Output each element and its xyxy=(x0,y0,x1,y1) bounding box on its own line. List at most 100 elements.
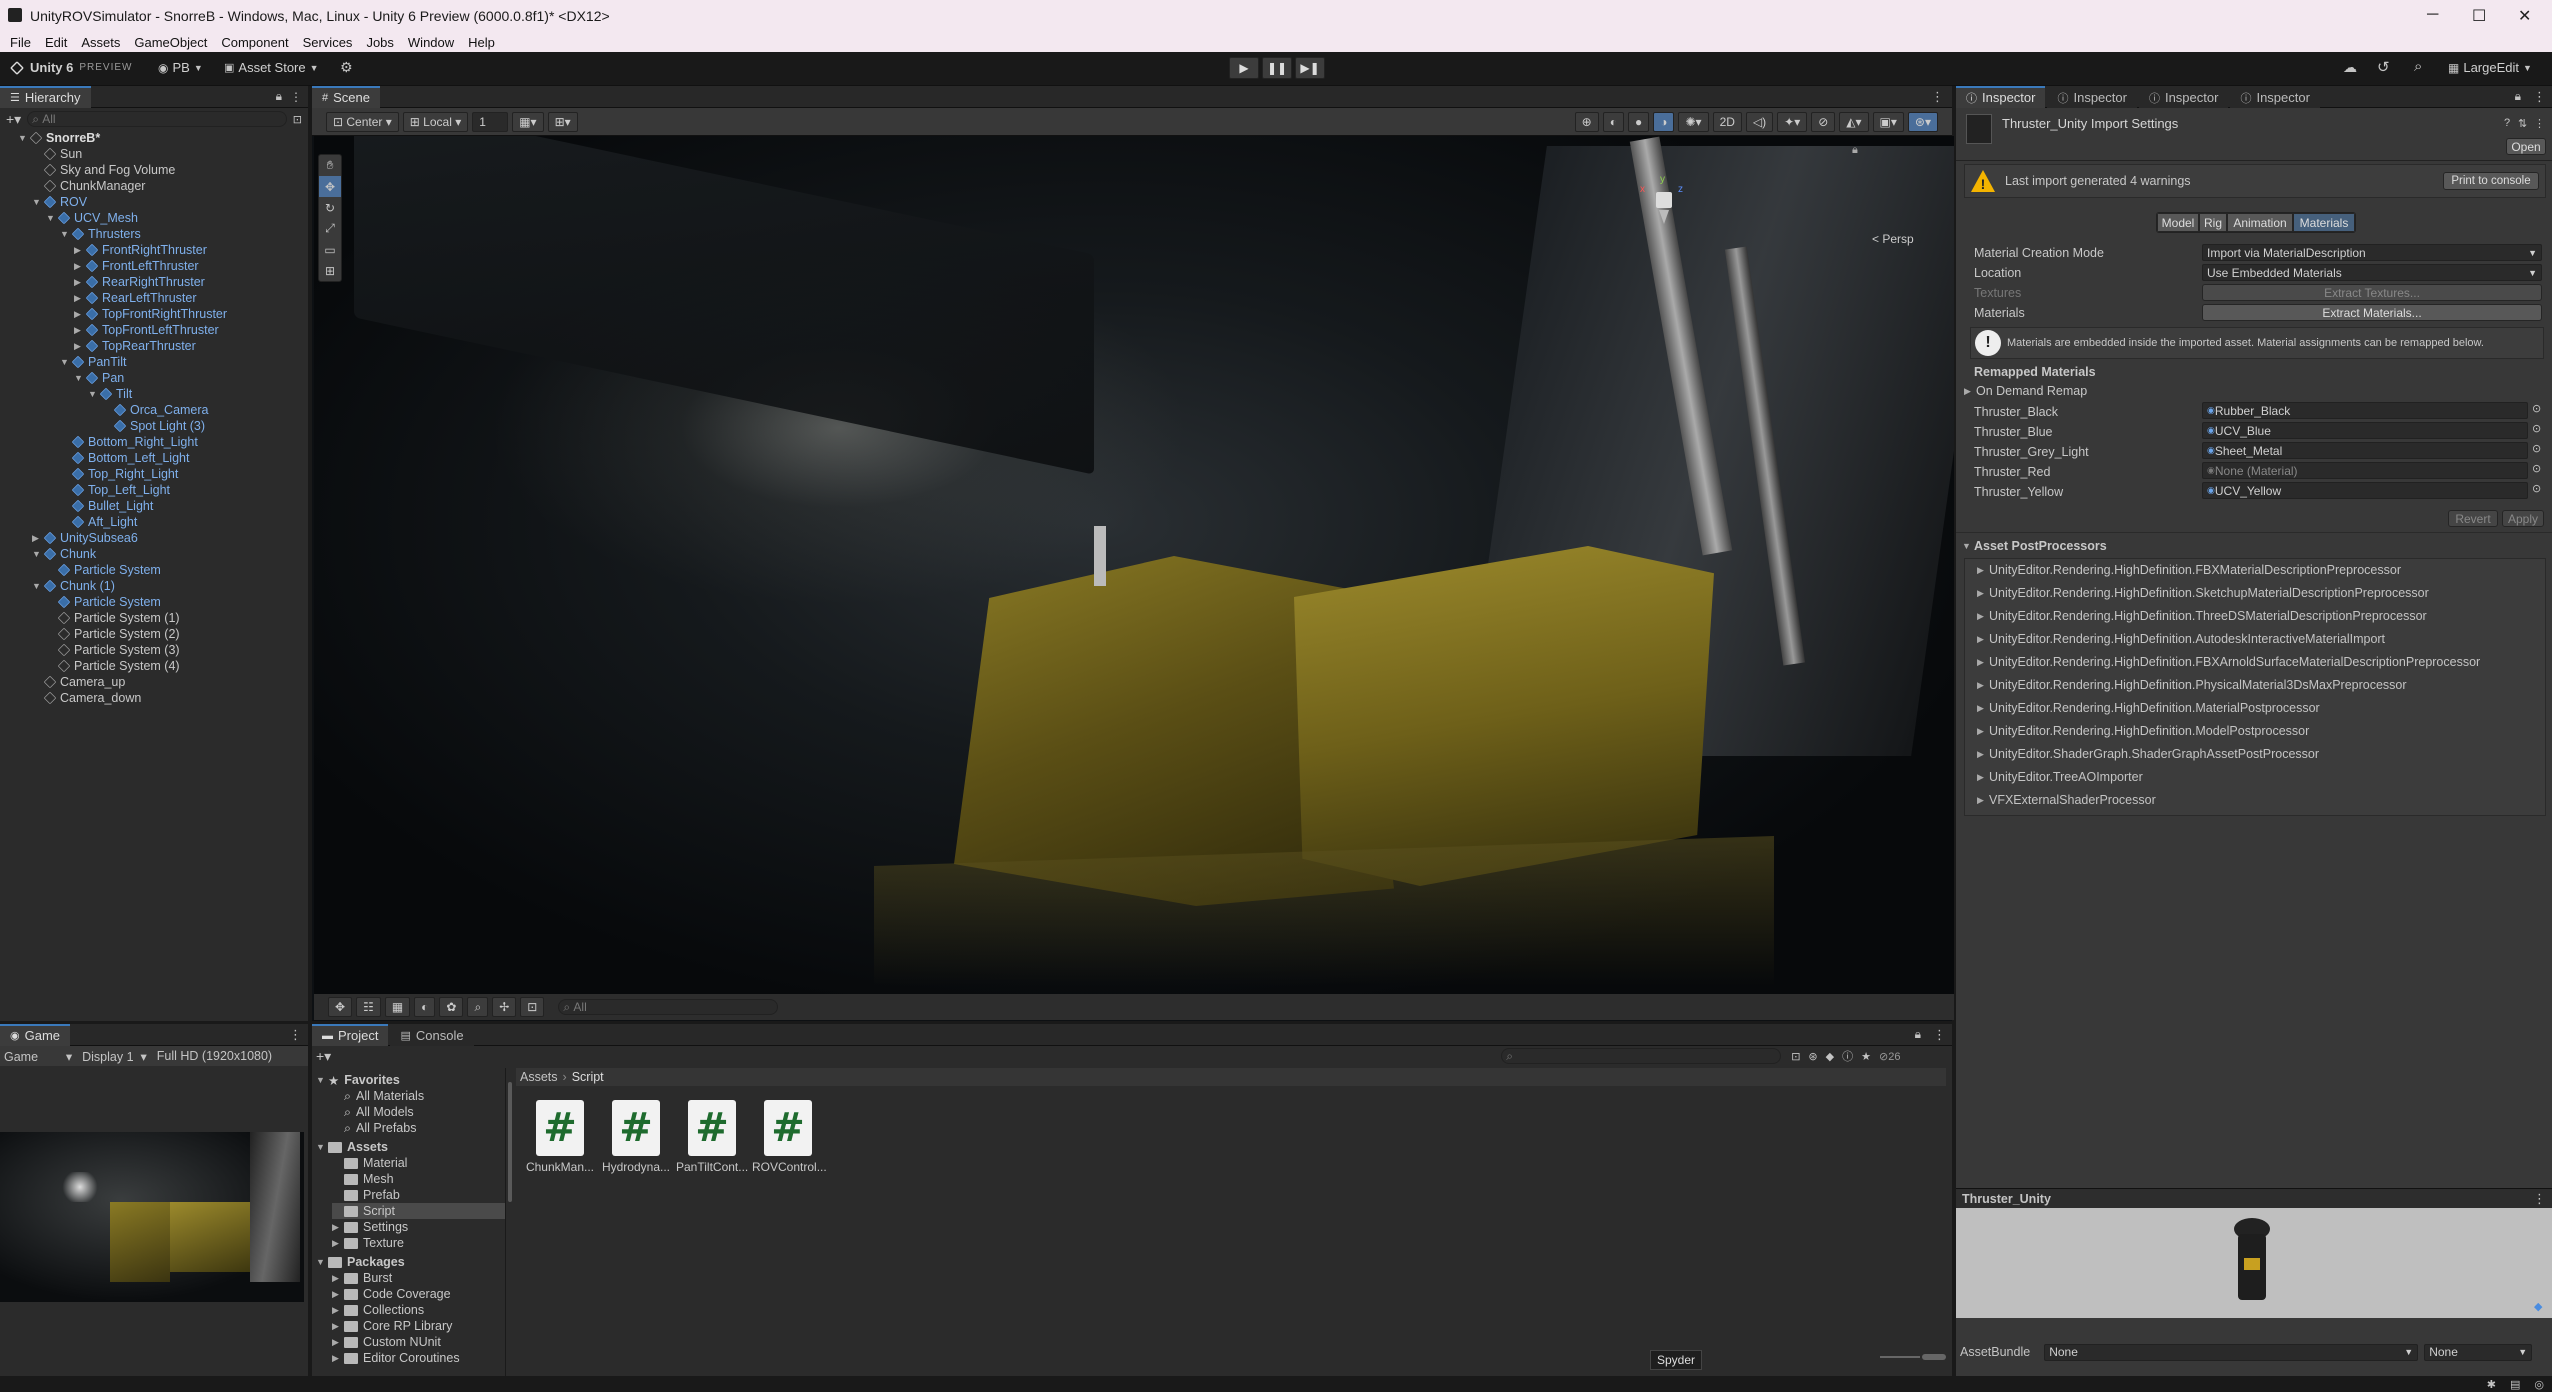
frame-icon[interactable]: ⊡ xyxy=(520,997,545,1017)
project-tree-item[interactable]: ▶ Settings xyxy=(332,1219,408,1235)
chevron-down-icon[interactable]: ▼ xyxy=(316,1257,328,1267)
tab-rig[interactable]: Rig xyxy=(2199,213,2227,232)
script-asset[interactable]: # Hydrodyna... xyxy=(600,1100,672,1174)
tab-scene[interactable]: # Scene xyxy=(312,85,380,108)
object-picker-icon[interactable]: ⊙ xyxy=(2532,442,2541,455)
shaded-icon[interactable]: ● xyxy=(1627,111,1650,132)
chevron-down-icon[interactable]: ▼ xyxy=(18,133,30,143)
postprocessor-item[interactable]: ▶ UnityEditor.ShaderGraph.ShaderGraphAsse… xyxy=(1977,747,2319,761)
more-icon[interactable]: ⋮ xyxy=(2533,89,2546,105)
pan-icon[interactable]: ✢ xyxy=(492,997,517,1017)
object-picker-icon[interactable]: ⊙ xyxy=(2532,462,2541,475)
project-tree-item[interactable]: ▶ Core RP Library xyxy=(332,1318,452,1334)
more-icon[interactable]: ⋮ xyxy=(1933,1027,1946,1043)
chevron-down-icon[interactable]: ▼ xyxy=(32,581,44,591)
game-view[interactable] xyxy=(0,1132,304,1302)
script-asset[interactable]: # ROVControl... xyxy=(752,1100,827,1174)
chevron-right-icon[interactable]: ▶ xyxy=(332,1353,344,1364)
zoom-icon[interactable]: ⌕ xyxy=(467,997,489,1017)
menu-window[interactable]: Window xyxy=(408,35,454,50)
orientation-gizmo[interactable]: y x z xyxy=(1640,174,1688,230)
on-demand-remap-foldout[interactable]: ▶ On Demand Remap xyxy=(1964,384,2087,398)
asset-postprocessors-foldout[interactable]: ▼ Asset PostProcessors xyxy=(1962,539,2107,553)
project-tree-item[interactable]: ⌕ All Models xyxy=(332,1104,414,1120)
hierarchy-item[interactable]: ▶ FrontRightThruster xyxy=(74,242,207,258)
menu-jobs[interactable]: Jobs xyxy=(366,35,393,50)
snap-grid-icon[interactable]: ▦▾ xyxy=(512,111,544,132)
chevron-down-icon[interactable]: ▼ xyxy=(74,373,86,383)
menu-file[interactable]: File xyxy=(10,35,31,50)
add-icon[interactable]: +▾ xyxy=(316,1048,331,1065)
material-creation-mode-dropdown[interactable]: Import via MaterialDescription ▼ xyxy=(2202,244,2542,261)
hierarchy-item[interactable]: Particle System (3) xyxy=(57,642,180,658)
gizmo-y-axis[interactable]: y xyxy=(1660,174,1665,185)
progress-icon[interactable]: ▤ xyxy=(2510,1378,2520,1391)
hierarchy-item[interactable]: ▶ FrontLeftThruster xyxy=(74,258,199,274)
tab-inspector-3[interactable]: ⓘ Inspector xyxy=(2138,85,2229,108)
hierarchy-item[interactable]: Particle System xyxy=(57,594,161,610)
tab-materials[interactable]: Materials xyxy=(2293,213,2355,232)
filter-icon[interactable]: ⊛ xyxy=(1808,1050,1817,1063)
project-tree-item[interactable]: Prefab xyxy=(332,1187,400,1203)
tab-project[interactable]: ▬ Project xyxy=(312,1023,389,1046)
menu-services[interactable]: Services xyxy=(303,35,353,50)
hierarchy-item[interactable]: Camera_down xyxy=(43,690,141,706)
lock-icon[interactable]: 🔒︎ xyxy=(1915,1027,1921,1042)
more-icon[interactable]: ⋮ xyxy=(290,90,302,104)
chevron-down-icon[interactable]: ▼ xyxy=(316,1142,328,1152)
hierarchy-item[interactable]: ChunkManager xyxy=(43,178,145,194)
history-icon[interactable]: ↺ xyxy=(2377,58,2390,76)
more-icon[interactable]: ⋮ xyxy=(289,1027,302,1043)
project-tree-item[interactable]: ▶ Texture xyxy=(332,1235,404,1251)
project-tree-item[interactable]: ▶ Collections xyxy=(332,1302,424,1318)
open-button[interactable]: Open xyxy=(2506,138,2546,155)
hierarchy-item[interactable]: ▶ TopFrontRightThruster xyxy=(74,306,227,322)
asset-store-dropdown[interactable]: ▣ Asset Store ▼ xyxy=(224,60,319,75)
maximize-button[interactable]: ☐ xyxy=(2472,6,2486,26)
hidden-objects-icon[interactable]: ⊘ xyxy=(1811,111,1836,132)
revert-button[interactable]: Revert xyxy=(2448,510,2498,527)
apply-button[interactable]: Apply xyxy=(2502,510,2544,527)
hierarchy-item[interactable]: Bottom_Left_Light xyxy=(71,450,189,466)
chevron-right-icon[interactable]: ▶ xyxy=(74,245,86,256)
more-icon[interactable]: ⋮ xyxy=(2534,117,2545,130)
wireframe-icon[interactable]: ◐ xyxy=(1602,111,1624,132)
debug-draw-icon[interactable]: ✺▾ xyxy=(1678,111,1709,132)
grid-icon[interactable]: ⊞▾ xyxy=(547,111,578,132)
postprocessor-item[interactable]: ▶ UnityEditor.Rendering.HighDefinition.Au… xyxy=(1977,632,2385,646)
more-icon[interactable]: ⋮ xyxy=(1931,89,1944,105)
chevron-right-icon[interactable]: ▶ xyxy=(74,293,86,304)
perspective-label[interactable]: < Persp xyxy=(1872,232,1914,246)
account-dropdown[interactable]: ◉ PB ▼ xyxy=(158,60,203,75)
menu-gameobject[interactable]: GameObject xyxy=(134,35,207,50)
hierarchy-item[interactable]: Sky and Fog Volume xyxy=(43,162,175,178)
project-tree-item[interactable]: Mesh xyxy=(332,1171,394,1187)
chevron-down-icon[interactable]: ▼ xyxy=(32,197,44,207)
chevron-down-icon[interactable]: ▼ xyxy=(88,389,100,399)
camera-icon[interactable]: ▣▾ xyxy=(1872,111,1904,132)
hierarchy-item[interactable]: Particle System (2) xyxy=(57,626,180,642)
chevron-right-icon[interactable]: ▶ xyxy=(74,341,86,352)
postprocessor-item[interactable]: ▶ UnityEditor.Rendering.HighDefinition.FB… xyxy=(1977,563,2401,577)
play-button[interactable]: ▶ xyxy=(1229,57,1259,79)
project-search-input[interactable]: ⌕ xyxy=(1501,1048,1782,1064)
icon-size-slider[interactable] xyxy=(1922,1354,1946,1360)
hierarchy-item[interactable]: Particle System (4) xyxy=(57,658,180,674)
lock-icon[interactable]: 🔒︎ xyxy=(1852,144,1858,157)
display-dropdown[interactable]: Display 1 ▾ xyxy=(82,1049,147,1064)
hierarchy-item[interactable]: Spot Light (3) xyxy=(113,418,205,434)
cloud-settings-icon[interactable]: ⚙ xyxy=(340,59,353,76)
chevron-down-icon[interactable]: ▼ xyxy=(316,1075,328,1085)
material-object-field[interactable]: ◉ UCV_Blue xyxy=(2202,422,2528,439)
project-tree-item[interactable]: ▼ Packages xyxy=(316,1254,405,1270)
menu-assets[interactable]: Assets xyxy=(81,35,120,50)
space-dropdown[interactable]: ⊞ Local ▾ xyxy=(402,111,469,132)
bug-icon[interactable]: ✱ xyxy=(2487,1378,2496,1391)
rect-tool-icon[interactable]: ▭ xyxy=(319,239,341,260)
effects-icon[interactable]: ✦▾ xyxy=(1777,111,1808,132)
extract-textures-button[interactable]: Extract Textures... xyxy=(2202,284,2542,301)
auto-generate-icon[interactable]: ◎ xyxy=(2534,1378,2544,1391)
project-tree-item[interactable]: Material xyxy=(332,1155,407,1171)
postprocessor-item[interactable]: ▶ UnityEditor.TreeAOImporter xyxy=(1977,770,2143,784)
hierarchy-item[interactable]: ▼ SnorreB* xyxy=(18,130,100,146)
